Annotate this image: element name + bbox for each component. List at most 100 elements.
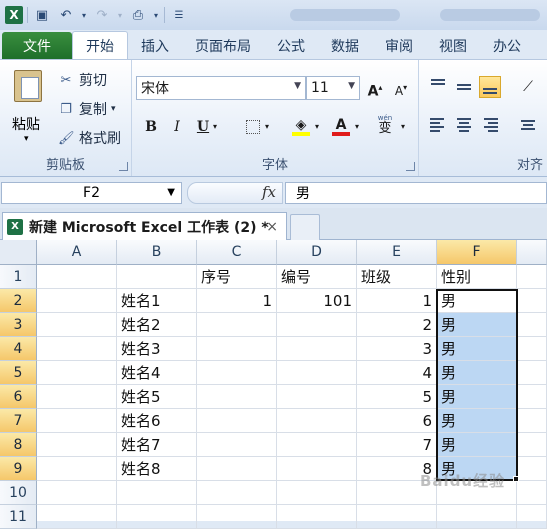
row-header-5[interactable]: 5 bbox=[0, 361, 37, 385]
fill-color-button[interactable]: ◈ bbox=[290, 114, 312, 136]
print-preview-icon[interactable]: ⎙ bbox=[128, 5, 148, 25]
cell-g7[interactable] bbox=[517, 409, 547, 433]
cell-a9[interactable] bbox=[37, 457, 117, 481]
new-tab-button[interactable] bbox=[290, 214, 320, 240]
column-header-a[interactable]: A bbox=[37, 240, 117, 265]
copy-button[interactable]: ❐ 复制 ▾ bbox=[58, 99, 115, 119]
column-header-e[interactable]: E bbox=[357, 240, 437, 265]
align-center-icon[interactable] bbox=[453, 114, 475, 136]
tab-home[interactable]: 开始 bbox=[72, 31, 128, 60]
cell-g3[interactable] bbox=[517, 313, 547, 337]
phonetic-dropdown-icon[interactable]: ▾ bbox=[398, 116, 408, 138]
cell-f6[interactable]: 男 bbox=[437, 385, 517, 409]
cell-e4[interactable]: 3 bbox=[357, 337, 437, 361]
row-header-7[interactable]: 7 bbox=[0, 409, 37, 433]
cell-c4[interactable] bbox=[197, 337, 277, 361]
cell-f11[interactable] bbox=[437, 505, 517, 529]
fill-handle[interactable] bbox=[513, 476, 519, 482]
font-name-combo[interactable]: 宋体 ▼ bbox=[136, 76, 306, 100]
column-header-f[interactable]: F bbox=[437, 240, 517, 265]
cell-e7[interactable]: 6 bbox=[357, 409, 437, 433]
cell-d10[interactable] bbox=[277, 481, 357, 505]
row-header-11[interactable]: 11 bbox=[0, 505, 37, 529]
select-all-corner[interactable] bbox=[0, 240, 37, 265]
cell-g8[interactable] bbox=[517, 433, 547, 457]
cell-d3[interactable] bbox=[277, 313, 357, 337]
tab-view[interactable]: 视图 bbox=[426, 32, 480, 60]
cell-g4[interactable] bbox=[517, 337, 547, 361]
cell-d5[interactable] bbox=[277, 361, 357, 385]
cell-f5[interactable]: 男 bbox=[437, 361, 517, 385]
row-header-9[interactable]: 9 bbox=[0, 457, 37, 481]
cell-c7[interactable] bbox=[197, 409, 277, 433]
formula-input[interactable]: 男 bbox=[285, 182, 547, 204]
row-header-10[interactable]: 10 bbox=[0, 481, 37, 505]
tab-page-layout[interactable]: 页面布局 bbox=[182, 32, 264, 60]
cell-b3[interactable]: 姓名2 bbox=[117, 313, 197, 337]
column-header-b[interactable]: B bbox=[117, 240, 197, 265]
cell-a5[interactable] bbox=[37, 361, 117, 385]
bold-button[interactable]: B bbox=[140, 116, 162, 138]
cell-c5[interactable] bbox=[197, 361, 277, 385]
align-middle-icon[interactable] bbox=[453, 76, 475, 98]
cell-c6[interactable] bbox=[197, 385, 277, 409]
format-painter-button[interactable]: 🖌 格式刷 bbox=[58, 128, 121, 148]
cell-g11[interactable] bbox=[517, 505, 547, 529]
redo-dropdown-icon[interactable]: ▾ bbox=[116, 5, 124, 25]
cell-b8[interactable]: 姓名7 bbox=[117, 433, 197, 457]
cell-d6[interactable] bbox=[277, 385, 357, 409]
cell-g10[interactable] bbox=[517, 481, 547, 505]
grow-font-button[interactable]: A▴ bbox=[364, 77, 386, 100]
cell-d2[interactable]: 101 bbox=[277, 289, 357, 313]
cell-e1[interactable]: 班级 bbox=[357, 265, 437, 289]
cell-d4[interactable] bbox=[277, 337, 357, 361]
cell-f2[interactable]: 男 bbox=[437, 289, 517, 313]
cell-b1[interactable] bbox=[117, 265, 197, 289]
cell-d9[interactable] bbox=[277, 457, 357, 481]
save-icon[interactable]: ▣ bbox=[32, 5, 52, 25]
cell-d7[interactable] bbox=[277, 409, 357, 433]
column-header-c[interactable]: C bbox=[197, 240, 277, 265]
print-dropdown-icon[interactable]: ▾ bbox=[152, 5, 160, 25]
name-box[interactable]: F2 ▼ bbox=[1, 182, 182, 204]
tab-file[interactable]: 文件 bbox=[2, 32, 72, 60]
row-header-8[interactable]: 8 bbox=[0, 433, 37, 457]
cell-d11[interactable] bbox=[277, 505, 357, 529]
cell-a7[interactable] bbox=[37, 409, 117, 433]
column-header-d[interactable]: D bbox=[277, 240, 357, 265]
shrink-font-button[interactable]: A▾ bbox=[390, 77, 412, 99]
cell-f8[interactable]: 男 bbox=[437, 433, 517, 457]
cell-f7[interactable]: 男 bbox=[437, 409, 517, 433]
orientation-icon[interactable]: ⟋ bbox=[517, 76, 539, 98]
align-left-icon[interactable] bbox=[427, 114, 449, 136]
tab-review[interactable]: 审阅 bbox=[372, 32, 426, 60]
tab-insert[interactable]: 插入 bbox=[128, 32, 182, 60]
tab-formulas[interactable]: 公式 bbox=[264, 32, 318, 60]
cell-d8[interactable] bbox=[277, 433, 357, 457]
tab-data[interactable]: 数据 bbox=[318, 32, 372, 60]
cell-b2[interactable]: 姓名1 bbox=[117, 289, 197, 313]
cell-c9[interactable] bbox=[197, 457, 277, 481]
cell-c11[interactable] bbox=[197, 505, 277, 529]
font-dialog-launcher[interactable] bbox=[406, 162, 415, 171]
close-icon[interactable]: × bbox=[266, 219, 278, 235]
cell-d1[interactable]: 编号 bbox=[277, 265, 357, 289]
insert-function-icon[interactable]: fx bbox=[262, 183, 276, 201]
font-color-button[interactable]: A bbox=[330, 114, 352, 136]
cell-b7[interactable]: 姓名6 bbox=[117, 409, 197, 433]
row-header-6[interactable]: 6 bbox=[0, 385, 37, 409]
customize-toolbar-icon[interactable]: ☰ bbox=[169, 5, 189, 25]
cell-e8[interactable]: 7 bbox=[357, 433, 437, 457]
cell-f1[interactable]: 性别 bbox=[437, 265, 517, 289]
cell-b9[interactable]: 姓名8 bbox=[117, 457, 197, 481]
cell-c1[interactable]: 序号 bbox=[197, 265, 277, 289]
cell-a2[interactable] bbox=[37, 289, 117, 313]
cell-c3[interactable] bbox=[197, 313, 277, 337]
underline-dropdown-icon[interactable]: ▾ bbox=[210, 116, 220, 138]
excel-app-icon[interactable]: X bbox=[5, 6, 23, 24]
row-header-2[interactable]: 2 bbox=[0, 289, 37, 313]
cell-a4[interactable] bbox=[37, 337, 117, 361]
cell-c8[interactable] bbox=[197, 433, 277, 457]
cell-f4[interactable]: 男 bbox=[437, 337, 517, 361]
clipboard-dialog-launcher[interactable] bbox=[119, 162, 128, 171]
